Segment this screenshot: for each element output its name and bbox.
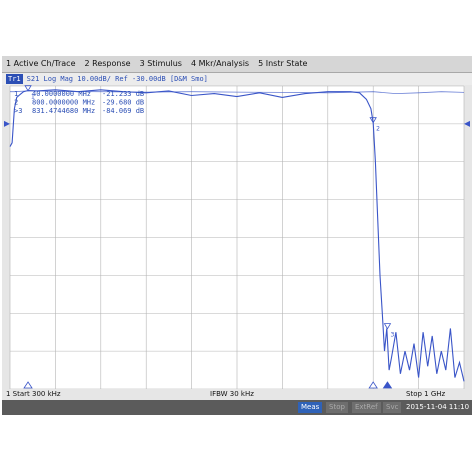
status-meas: Meas [298,402,323,413]
marker-stimulus: 831.4744680 MHz [32,107,95,115]
marker-stimulus: 40.0000000 MHz [32,90,91,98]
ref-level-arrow-right [464,120,470,127]
stop-frequency[interactable]: Stop 1 GHz [406,389,445,399]
sweep-info-bar: 1 Start 300 kHz IFBW 30 kHz Stop 1 GHz [2,389,472,399]
marker-label: >3 [14,107,22,115]
status-svc: Svc [383,402,402,413]
marker-response: -21.233 dB [102,90,144,98]
marker-label: 1 [14,90,18,98]
ref-level-arrow-left [4,120,10,127]
marker-label: 2 [14,99,18,107]
marker-number: 2 [376,126,380,133]
plot-area[interactable]: 123 1 40.0000000 MHz -21.233 dB2 800.000000… [2,56,472,415]
marker-response: -84.069 dB [102,107,144,115]
marker-number: 3 [390,332,394,339]
status-extref: ExtRef [352,402,381,413]
marker-response: -29.680 dB [102,99,144,107]
status-bar: Meas Stop ExtRef Svc 2015-11-04 11:10 [2,400,472,415]
ifbw[interactable]: IFBW 30 kHz [210,389,254,399]
marker-stimulus: 800.0000000 MHz [32,99,95,107]
status-stop: Stop [326,402,348,413]
start-frequency[interactable]: 1 Start 300 kHz [6,389,61,399]
marker-readout-table: 1 40.0000000 MHz -21.233 dB 2 800.0000000 MH… [14,90,144,115]
analyzer-screen: 1 Active Ch/Trace 2 Response 3 Stimulus … [2,56,472,415]
status-datetime: 2015-11-04 11:10 [406,403,470,411]
